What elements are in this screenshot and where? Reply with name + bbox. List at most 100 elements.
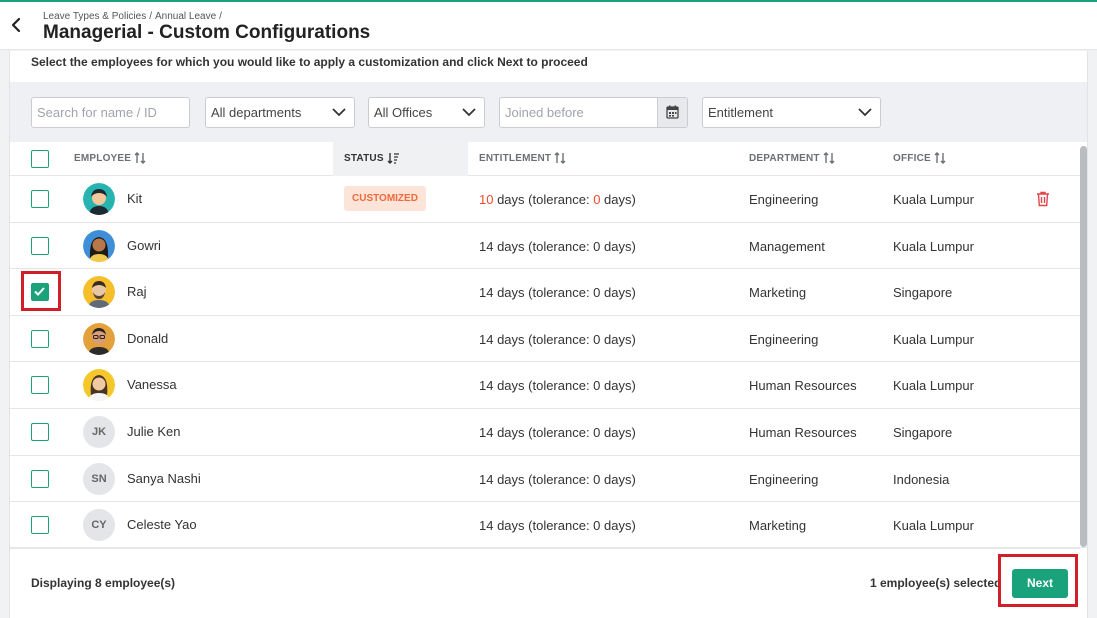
table-row[interactable]: Kit CUSTOMIZED 10 days (tolerance: 0 day… bbox=[10, 176, 1080, 223]
search-input[interactable] bbox=[37, 98, 184, 127]
employee-name: Raj bbox=[127, 284, 147, 300]
breadcrumb-link-annual-leave[interactable]: Annual Leave bbox=[155, 11, 216, 22]
table-header: EMPLOYEE STATUS ENTITLEMENT DEPARTMENT O… bbox=[10, 142, 1080, 176]
search-field[interactable] bbox=[31, 97, 190, 128]
office-cell: Kuala Lumpur bbox=[893, 331, 974, 347]
chevron-down-icon bbox=[858, 108, 872, 117]
table-row[interactable]: JK Julie Ken 14 days (tolerance: 0 days)… bbox=[10, 409, 1080, 456]
entitlement-cell: 10 days (tolerance: 0 days) bbox=[479, 192, 636, 207]
row-checkbox[interactable] bbox=[31, 283, 49, 302]
employee-count-text: Displaying 8 employee(s) bbox=[31, 576, 176, 590]
table-row[interactable]: Raj 14 days (tolerance: 0 days) Marketin… bbox=[10, 269, 1080, 316]
instruction-text: Select the employees for which you would… bbox=[31, 55, 588, 69]
sort-descending-icon bbox=[387, 153, 399, 165]
page-title: Managerial - Custom Configurations bbox=[43, 22, 371, 43]
column-header-entitlement[interactable]: ENTITLEMENT bbox=[479, 142, 566, 176]
sort-icon bbox=[554, 152, 566, 165]
employee-name: Gowri bbox=[127, 237, 161, 253]
entitlement-text: days (tolerance: bbox=[493, 192, 594, 207]
employee-name: Sanya Nashi bbox=[127, 470, 201, 486]
row-checkbox[interactable] bbox=[31, 469, 49, 488]
employee-name: Donald bbox=[127, 330, 169, 346]
breadcrumb-separator: / bbox=[149, 11, 152, 22]
entitlement-cell: 14 days (tolerance: 0 days) bbox=[479, 331, 636, 347]
table-row[interactable]: Vanessa 14 days (tolerance: 0 days) Huma… bbox=[10, 362, 1080, 409]
entitlement-text: days) bbox=[600, 192, 636, 207]
row-checkbox[interactable] bbox=[31, 423, 49, 441]
department-select-value: All departments bbox=[211, 105, 302, 120]
employee-name: Vanessa bbox=[127, 377, 177, 393]
date-picker-button[interactable] bbox=[657, 98, 687, 127]
department-cell: Engineering bbox=[749, 471, 819, 487]
avatar-initials: SN bbox=[83, 462, 115, 495]
entitlement-days: 10 bbox=[479, 192, 494, 207]
trash-icon bbox=[1037, 191, 1049, 207]
entitlement-cell: 14 days (tolerance: 0 days) bbox=[479, 285, 636, 301]
column-label-department: DEPARTMENT bbox=[749, 153, 820, 164]
office-select-value: All Offices bbox=[374, 105, 433, 120]
employee-selection-card: Select the employees for which you would… bbox=[9, 51, 1088, 618]
office-select[interactable]: All Offices bbox=[368, 97, 485, 128]
office-cell: Kuala Lumpur bbox=[893, 378, 974, 394]
table-row[interactable]: SN Sanya Nashi 14 days (tolerance: 0 day… bbox=[10, 456, 1080, 503]
person-avatar-icon bbox=[83, 276, 115, 309]
breadcrumb-link-leave-types[interactable]: Leave Types & Policies bbox=[43, 11, 146, 22]
person-avatar-icon bbox=[83, 369, 115, 402]
joined-before-input[interactable] bbox=[505, 98, 655, 127]
chevron-down-icon bbox=[462, 108, 476, 117]
breadcrumb-separator: / bbox=[219, 11, 222, 22]
column-header-department[interactable]: DEPARTMENT bbox=[749, 142, 835, 176]
row-checkbox[interactable] bbox=[31, 376, 49, 395]
employee-name: Kit bbox=[127, 191, 143, 206]
employee-name: Julie Ken bbox=[127, 424, 181, 439]
delete-customization-button[interactable] bbox=[1036, 191, 1050, 207]
sort-icon bbox=[934, 152, 946, 165]
avatar bbox=[83, 322, 115, 355]
column-label-entitlement: ENTITLEMENT bbox=[479, 153, 552, 164]
table-footer: Displaying 8 employee(s) 1 employee(s) s… bbox=[10, 547, 1087, 618]
avatar bbox=[83, 229, 115, 262]
back-button[interactable] bbox=[6, 14, 28, 36]
row-checkbox[interactable] bbox=[31, 329, 49, 348]
avatar bbox=[83, 369, 115, 402]
column-header-employee[interactable]: EMPLOYEE bbox=[74, 142, 146, 176]
column-label-employee: EMPLOYEE bbox=[74, 153, 132, 164]
entitlement-cell: 14 days (tolerance: 0 days) bbox=[479, 518, 636, 534]
next-button[interactable]: Next bbox=[1012, 569, 1068, 598]
table-row[interactable]: CY Celeste Yao 14 days (tolerance: 0 day… bbox=[10, 502, 1080, 549]
calendar-icon bbox=[666, 105, 679, 119]
joined-before-field[interactable] bbox=[499, 97, 688, 128]
avatar-initials: JK bbox=[83, 416, 115, 448]
department-select[interactable]: All departments bbox=[205, 97, 355, 128]
filter-bar: All departments All Offices Entitlement bbox=[10, 82, 1087, 142]
entitlement-select[interactable]: Entitlement bbox=[702, 97, 881, 128]
person-avatar-icon bbox=[83, 183, 115, 215]
column-label-office: OFFICE bbox=[893, 153, 931, 164]
department-cell: Engineering bbox=[749, 192, 819, 207]
entitlement-cell: 14 days (tolerance: 0 days) bbox=[479, 238, 636, 254]
table-row[interactable]: Gowri 14 days (tolerance: 0 days) Manage… bbox=[10, 223, 1080, 270]
status-badge: CUSTOMIZED bbox=[344, 186, 426, 211]
chevron-down-icon bbox=[332, 108, 346, 117]
select-all-checkbox[interactable] bbox=[31, 150, 49, 168]
scrollbar-thumb[interactable] bbox=[1080, 146, 1087, 547]
person-avatar-icon bbox=[83, 322, 115, 355]
row-checkbox[interactable] bbox=[31, 236, 49, 255]
entitlement-cell: 14 days (tolerance: 0 days) bbox=[479, 425, 636, 440]
column-label-status: STATUS bbox=[344, 153, 384, 164]
sort-icon bbox=[134, 152, 146, 165]
entitlement-select-value: Entitlement bbox=[708, 105, 774, 120]
table-row[interactable]: Donald 14 days (tolerance: 0 days) Engin… bbox=[10, 316, 1080, 363]
column-header-status[interactable]: STATUS bbox=[333, 142, 468, 176]
entitlement-cell: 14 days (tolerance: 0 days) bbox=[479, 378, 636, 394]
table-scrollbar[interactable] bbox=[1079, 146, 1087, 547]
breadcrumb: Leave Types & Policies / Annual Leave / bbox=[43, 11, 225, 22]
row-checkbox[interactable] bbox=[31, 516, 49, 535]
office-cell: Singapore bbox=[893, 425, 953, 440]
avatar-initials: CY bbox=[83, 509, 115, 542]
employee-name: Celeste Yao bbox=[127, 517, 197, 533]
column-header-office[interactable]: OFFICE bbox=[893, 142, 946, 176]
department-cell: Engineering bbox=[749, 331, 819, 347]
row-checkbox[interactable] bbox=[31, 190, 49, 208]
avatar bbox=[83, 276, 115, 309]
